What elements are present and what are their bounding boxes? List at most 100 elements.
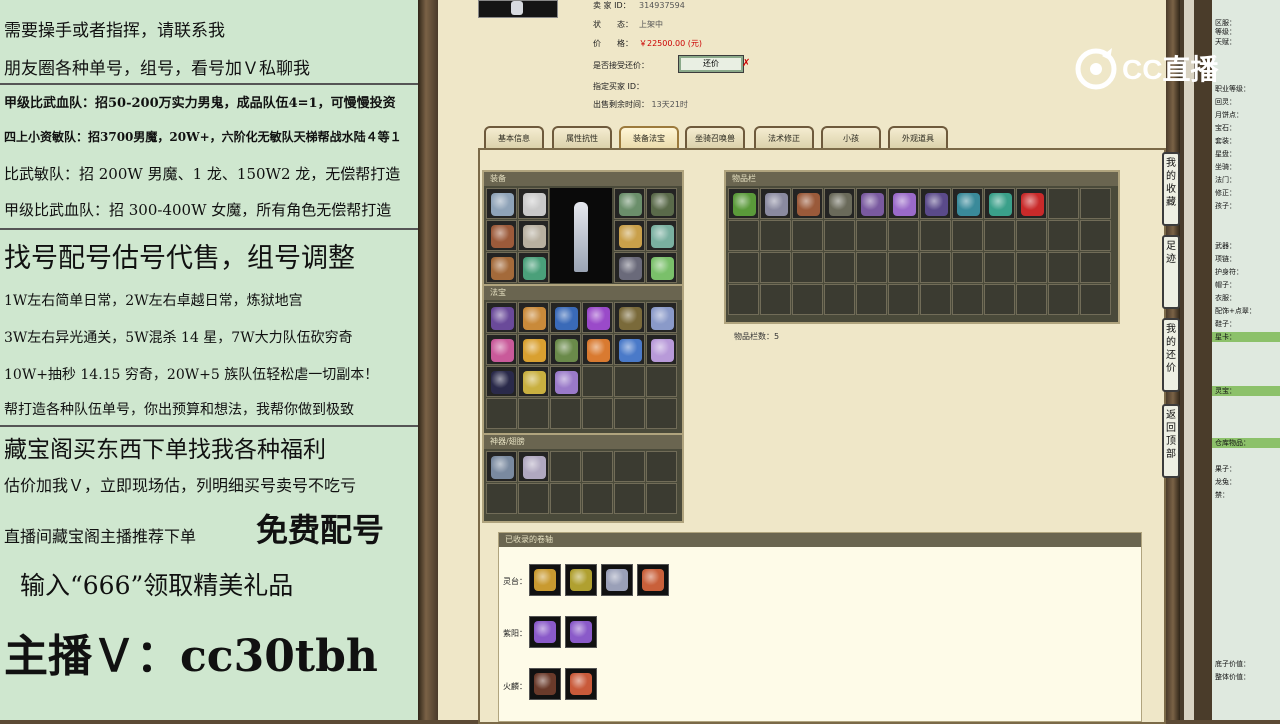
item-slot[interactable] <box>550 483 581 514</box>
item-slot[interactable] <box>646 366 677 397</box>
item-slot[interactable] <box>824 252 855 283</box>
item-slot[interactable] <box>646 483 677 514</box>
item-slot[interactable] <box>518 483 549 514</box>
item-slot[interactable] <box>646 398 677 429</box>
item-slot[interactable] <box>582 451 613 482</box>
item-slot[interactable] <box>518 398 549 429</box>
item-slot[interactable] <box>792 284 823 315</box>
equip-slot[interactable] <box>518 220 549 251</box>
item-slot[interactable] <box>614 483 645 514</box>
item-slot[interactable] <box>1016 188 1047 219</box>
my-favorites-button[interactable]: 我的收藏 <box>1162 152 1180 226</box>
item-slot[interactable] <box>856 188 887 219</box>
scroll-item[interactable] <box>529 668 561 700</box>
item-slot[interactable] <box>1048 220 1079 251</box>
equip-slot[interactable] <box>614 252 645 283</box>
item-slot[interactable] <box>518 302 549 333</box>
item-slot[interactable] <box>888 252 919 283</box>
tab-mounts[interactable]: 坐骑召唤兽 <box>685 126 745 150</box>
item-slot[interactable] <box>984 252 1015 283</box>
scroll-item[interactable] <box>565 564 597 596</box>
item-slot[interactable] <box>550 451 581 482</box>
item-slot[interactable] <box>952 284 983 315</box>
item-slot[interactable] <box>614 334 645 365</box>
item-slot[interactable] <box>1016 252 1047 283</box>
item-slot[interactable] <box>920 284 951 315</box>
equip-slot[interactable] <box>486 252 517 283</box>
item-slot[interactable] <box>792 252 823 283</box>
scroll-item[interactable] <box>529 616 561 648</box>
item-slot[interactable] <box>550 398 581 429</box>
item-slot[interactable] <box>1080 284 1111 315</box>
item-slot[interactable] <box>1080 188 1111 219</box>
item-slot[interactable] <box>984 220 1015 251</box>
item-slot[interactable] <box>646 334 677 365</box>
item-slot[interactable] <box>518 334 549 365</box>
item-slot[interactable] <box>856 252 887 283</box>
haggle-button[interactable]: 还价 <box>678 55 744 73</box>
item-slot[interactable] <box>920 188 951 219</box>
item-slot[interactable] <box>1048 252 1079 283</box>
item-slot[interactable] <box>760 284 791 315</box>
item-slot[interactable] <box>952 220 983 251</box>
item-slot[interactable] <box>728 252 759 283</box>
item-slot[interactable] <box>792 220 823 251</box>
item-slot[interactable] <box>760 220 791 251</box>
item-slot[interactable] <box>888 220 919 251</box>
item-slot[interactable] <box>728 284 759 315</box>
equip-slot[interactable] <box>486 220 517 251</box>
item-slot[interactable] <box>888 284 919 315</box>
item-slot[interactable] <box>1080 252 1111 283</box>
scrollbar[interactable] <box>1184 0 1194 720</box>
item-slot[interactable] <box>486 334 517 365</box>
item-slot[interactable] <box>518 451 549 482</box>
item-slot[interactable] <box>550 366 581 397</box>
tab-appearance[interactable]: 外观道具 <box>888 126 948 150</box>
item-slot[interactable] <box>486 302 517 333</box>
item-slot[interactable] <box>728 220 759 251</box>
item-slot[interactable] <box>856 284 887 315</box>
item-slot[interactable] <box>582 334 613 365</box>
item-slot[interactable] <box>582 483 613 514</box>
scroll-item[interactable] <box>565 616 597 648</box>
tab-equipment[interactable]: 装备法宝 <box>619 126 679 150</box>
item-slot[interactable] <box>1016 284 1047 315</box>
item-slot[interactable] <box>486 398 517 429</box>
item-slot[interactable] <box>614 366 645 397</box>
item-slot[interactable] <box>824 188 855 219</box>
item-slot[interactable] <box>824 284 855 315</box>
scroll-item[interactable] <box>601 564 633 596</box>
item-slot[interactable] <box>1048 188 1079 219</box>
item-slot[interactable] <box>582 302 613 333</box>
item-slot[interactable] <box>1048 284 1079 315</box>
equip-slot[interactable] <box>614 188 645 219</box>
item-slot[interactable] <box>550 302 581 333</box>
item-slot[interactable] <box>728 188 759 219</box>
item-slot[interactable] <box>792 188 823 219</box>
item-slot[interactable] <box>486 451 517 482</box>
back-to-top-button[interactable]: 返回顶部 <box>1162 404 1180 478</box>
item-slot[interactable] <box>760 188 791 219</box>
item-slot[interactable] <box>582 398 613 429</box>
item-slot[interactable] <box>888 188 919 219</box>
item-slot[interactable] <box>646 451 677 482</box>
scroll-item[interactable] <box>529 564 561 596</box>
equip-slot[interactable] <box>518 188 549 219</box>
item-slot[interactable] <box>518 366 549 397</box>
item-slot[interactable] <box>856 220 887 251</box>
item-slot[interactable] <box>920 252 951 283</box>
tab-children[interactable]: 小孩 <box>821 126 881 150</box>
item-slot[interactable] <box>486 366 517 397</box>
item-slot[interactable] <box>824 220 855 251</box>
character-thumbnail[interactable] <box>478 0 558 18</box>
item-slot[interactable] <box>614 398 645 429</box>
item-slot[interactable] <box>582 366 613 397</box>
tab-basic-info[interactable]: 基本信息 <box>484 126 544 150</box>
item-slot[interactable] <box>760 252 791 283</box>
my-haggles-button[interactable]: 我的还价 <box>1162 318 1180 392</box>
equip-slot[interactable] <box>614 220 645 251</box>
item-slot[interactable] <box>984 284 1015 315</box>
item-slot[interactable] <box>614 451 645 482</box>
item-slot[interactable] <box>952 252 983 283</box>
item-slot[interactable] <box>1080 220 1111 251</box>
